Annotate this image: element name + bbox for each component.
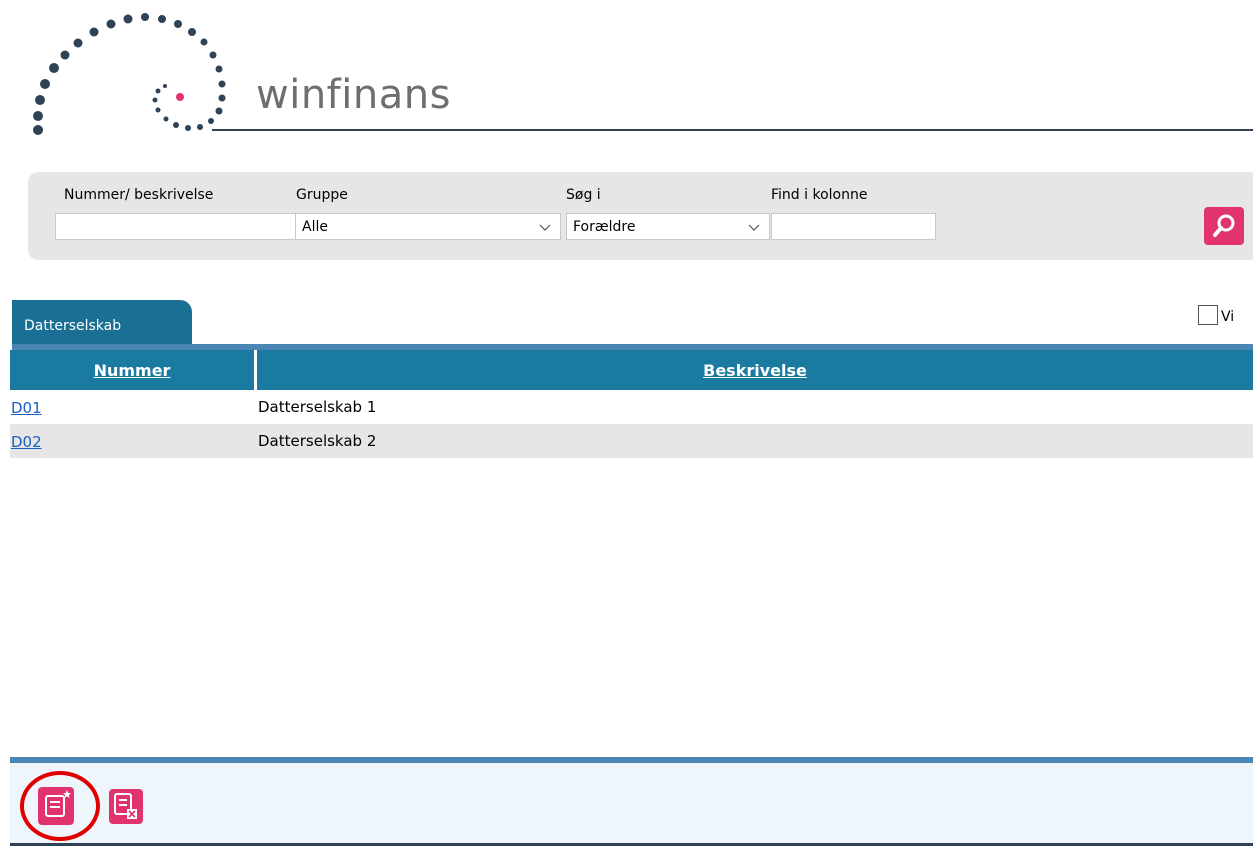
winfinans-logo: winfinans xyxy=(0,0,1253,140)
tab-datterselskab[interactable]: Datterselskab xyxy=(12,300,192,345)
delete-record-icon xyxy=(114,793,137,819)
subsidiary-table: Nummer Beskrivelse D01 Datterselskab 1 D… xyxy=(10,350,1253,458)
table-row: D01 Datterselskab 1 xyxy=(10,390,1253,424)
search-in-label: Søg i xyxy=(566,187,601,203)
search-in-select[interactable]: Forældre xyxy=(566,213,770,240)
table-header: Nummer Beskrivelse xyxy=(10,350,1253,390)
chevron-down-icon xyxy=(748,224,760,231)
row-number-link[interactable]: D02 xyxy=(11,433,42,451)
header-divider xyxy=(212,129,1253,131)
column-header-nummer: Nummer xyxy=(10,350,257,390)
footer-toolbar xyxy=(10,763,1253,843)
search-icon xyxy=(1213,214,1235,237)
search-panel: Nummer/ beskrivelse Gruppe Søg i Find i … xyxy=(28,172,1253,260)
logo-wordmark: winfinans xyxy=(256,72,451,118)
show-checkbox[interactable] xyxy=(1198,305,1218,325)
row-number-cell: D02 xyxy=(10,432,258,451)
find-in-column-input[interactable] xyxy=(771,213,936,240)
column-header-beskrivelse: Beskrivelse xyxy=(257,350,1253,390)
row-description-cell: Datterselskab 1 xyxy=(258,398,377,416)
logo-dots xyxy=(33,13,226,135)
search-button[interactable] xyxy=(1204,207,1244,245)
row-number-cell: D01 xyxy=(10,398,258,417)
sort-by-nummer-link[interactable]: Nummer xyxy=(94,361,171,380)
table-row: D02 Datterselskab 2 xyxy=(10,424,1253,458)
delete-record-button[interactable] xyxy=(109,789,143,824)
group-label: Gruppe xyxy=(296,187,348,203)
number-description-label: Nummer/ beskrivelse xyxy=(64,187,214,203)
sort-by-beskrivelse-link[interactable]: Beskrivelse xyxy=(703,361,807,380)
number-description-input[interactable] xyxy=(55,213,297,240)
highlight-circle xyxy=(20,771,100,841)
show-checkbox-label: Vi xyxy=(1221,309,1235,325)
row-description-cell: Datterselskab 2 xyxy=(258,432,377,450)
search-in-select-value: Forældre xyxy=(573,218,636,235)
find-in-column-label: Find i kolonne xyxy=(771,187,868,203)
chevron-down-icon xyxy=(539,224,551,231)
group-select-value: Alle xyxy=(302,218,328,235)
row-number-link[interactable]: D01 xyxy=(11,399,42,417)
group-select[interactable]: Alle xyxy=(295,213,561,240)
